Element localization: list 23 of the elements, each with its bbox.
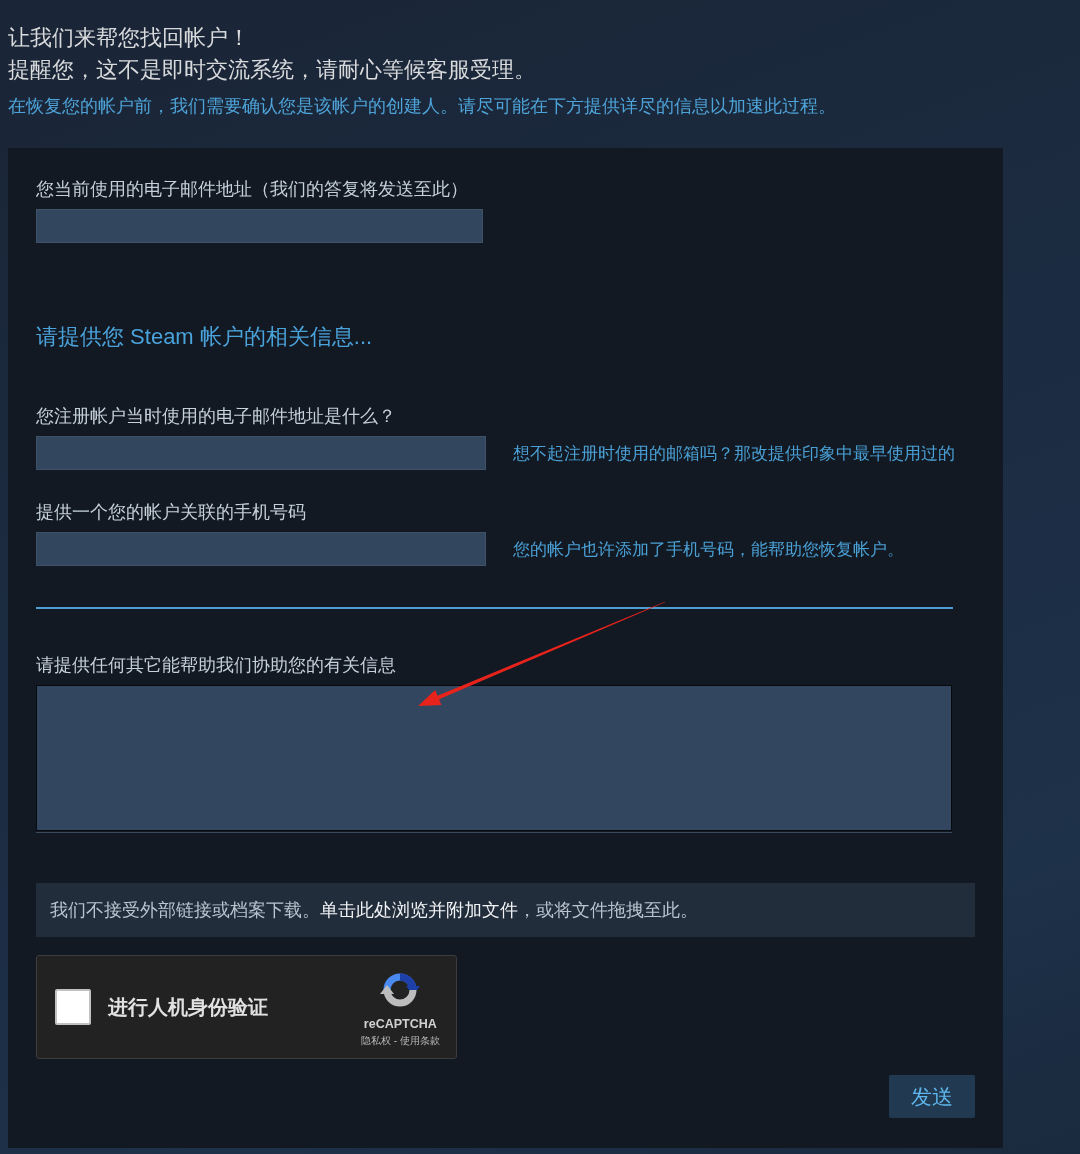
email-input-field[interactable]	[36, 209, 483, 243]
hint-text: 您的帐户也许添加了手机号码，能帮助您恢复帐户。	[513, 539, 904, 560]
field-label: 请提供任何其它能帮助我们协助您的有关信息	[36, 654, 396, 676]
field-label: 提供一个您的帐户关联的手机号码	[36, 501, 306, 523]
field-label: 您当前使用的电子邮件地址（我们的答复将发送至此）	[36, 178, 468, 200]
input-field[interactable]	[36, 436, 486, 470]
separator-text: -	[393, 1034, 397, 1047]
field-label: 您注册帐户当时使用的电子邮件地址是什么？	[36, 405, 396, 427]
captcha-label: 进行人机身份验证	[108, 994, 268, 1020]
section-heading: 请提供您 Steam 帐户的相关信息...	[36, 323, 373, 351]
terms-link[interactable]: 使用条款	[400, 1034, 440, 1047]
details-text-area[interactable]	[36, 685, 952, 831]
input-field[interactable]	[36, 532, 486, 566]
attachment-drop-zone[interactable]: 我们不接受外部链接或档案下载。单击此处浏览并附加文件，或将文件拖拽至此。	[36, 883, 975, 937]
hint-text: 想不起注册时使用的邮箱吗？那改提供印象中最早使用过的	[513, 443, 955, 464]
send-button[interactable]: 发送	[889, 1075, 975, 1118]
page-title: 让我们来帮您找回帐户！	[8, 24, 250, 52]
captcha-brand-text: reCAPTCHA	[363, 1016, 437, 1031]
instructions-text: 在恢复您的帐户前，我们需要确认您是该帐户的创建人。请尽可能在下方提供详尽的信息以加速此过程。	[8, 95, 836, 117]
privacy-link[interactable]: 隐私权	[360, 1034, 391, 1047]
browse-link[interactable]: 单击此处浏览并附加文件	[320, 898, 518, 922]
notice-text: 提醒您，这不是即时交流系统，请耐心等候客服受理。	[8, 56, 536, 84]
captcha-checkbox[interactable]	[55, 989, 91, 1025]
